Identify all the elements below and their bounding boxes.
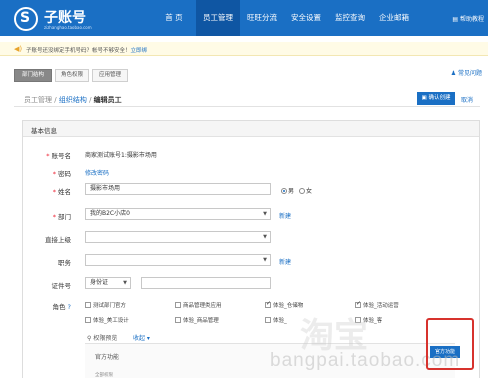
basic-info-panel: 基本信息 * 账号名 商家测试账号1:摄影市场用 * 密码 修改密码 * 姓名 摄影市… [22, 120, 480, 378]
account-value: 商家测试账号1:摄影市场用 [85, 152, 157, 159]
position-new-link[interactable]: 新建 [279, 257, 291, 266]
collapse-link[interactable]: 收起 ▾ [133, 333, 150, 342]
cancel-button[interactable]: 取消 [461, 95, 473, 104]
breadcrumb-bar: 员工管理 / 组织结构 / 编辑员工 [14, 91, 480, 107]
help-icon[interactable]: ? [68, 303, 71, 311]
checkbox-checked-icon [265, 300, 271, 308]
id-label: 证件号 [51, 282, 72, 290]
change-password-link[interactable]: 修改密码 [85, 168, 109, 177]
checkbox-empty-icon [175, 317, 181, 323]
checkbox-empty-icon [85, 302, 91, 308]
notice-bar: ◀) 子账号还没绑定手机号码？帐号不够安全！立即绑 [0, 42, 488, 56]
nav-wangwang[interactable]: 旺旺分流 [240, 0, 284, 36]
radio-empty-icon [299, 188, 305, 194]
id-number-input[interactable] [141, 277, 271, 289]
section-title: 基本信息 [31, 127, 57, 135]
account-label: * 账号名 [46, 152, 71, 160]
nav-home[interactable]: 首 页 [152, 0, 196, 36]
id-type-select[interactable]: 身份证 ▼ [85, 277, 131, 289]
tab-department[interactable]: 部门结构 [14, 69, 52, 82]
faq-link[interactable]: ♟ 常见问题 [451, 68, 482, 77]
role-checkbox[interactable]: 体验_美工设计 [85, 316, 129, 324]
chevron-down-icon: ▼ [263, 257, 267, 263]
gender-male-radio[interactable]: 男 [281, 186, 294, 195]
position-label: 职务 [58, 259, 71, 267]
breadcrumb-current: 编辑员工 [93, 96, 122, 104]
logo-icon[interactable]: S [14, 7, 38, 31]
checkbox-empty-icon [85, 317, 91, 323]
breadcrumb: 员工管理 / 组织结构 / 编辑员工 [24, 96, 122, 104]
name-label: * 姓名 [52, 188, 71, 196]
nav-monitor[interactable]: 监控查询 [328, 0, 372, 36]
checkbox-empty-icon [265, 317, 271, 323]
top-header: S 子账号 zizhanghao.taobao.com 首 页 员工管理 旺旺分… [0, 0, 488, 36]
name-input[interactable]: 摄影市场用 [85, 183, 271, 195]
department-new-link[interactable]: 新建 [279, 211, 291, 220]
chevron-down-icon: ▼ [263, 234, 267, 240]
role-checkbox[interactable]: 体验_ [265, 316, 287, 324]
password-label: * 密码 [52, 170, 71, 178]
megaphone-icon: ◀) [14, 45, 23, 53]
role-checkbox[interactable]: 商品管理类应用 [175, 301, 222, 309]
nav-security[interactable]: 安全设置 [284, 0, 328, 36]
breadcrumb-staff[interactable]: 员工管理 [24, 96, 52, 104]
permission-preview[interactable]: ⚲ 权限预览 [87, 333, 117, 342]
chevron-down-icon: ▼ [263, 211, 267, 217]
app-subtitle: zizhanghao.taobao.com [44, 25, 92, 30]
breadcrumb-org[interactable]: 组织结构 [59, 96, 87, 104]
gender-female-radio[interactable]: 女 [299, 186, 312, 195]
nav-staff[interactable]: 员工管理 [196, 0, 240, 36]
radio-checked-icon [281, 188, 287, 194]
chevron-down-icon: ▼ [123, 280, 127, 286]
position-select[interactable]: ▼ [85, 254, 271, 266]
notice-link[interactable]: 立即绑 [131, 48, 148, 54]
official-features-sub: 全部权限 [95, 373, 113, 378]
role-label: 角色 ? [52, 303, 71, 311]
tab-roles[interactable]: 角色权限 [55, 69, 89, 82]
tab-apps[interactable]: 应用管理 [92, 69, 128, 82]
nav-email[interactable]: 企业邮箱 [372, 0, 416, 36]
confirm-create-button[interactable]: ▣ 确认创建 [417, 92, 455, 105]
notice-text: 子账号还没绑定手机号码？帐号不够安全！ [26, 48, 131, 54]
panel-header: 基本信息 [23, 121, 479, 137]
app-title: 子账号 [44, 10, 86, 26]
supervisor-label: 直接上级 [45, 236, 71, 244]
supervisor-select[interactable]: ▼ [85, 231, 271, 243]
role-checkbox[interactable]: 体验_仓储物 [265, 300, 303, 309]
red-stamp [426, 318, 474, 370]
department-label: * 部门 [52, 213, 71, 221]
official-features-title: 官方功能 [95, 354, 120, 361]
role-checkbox[interactable]: 体验_商品管理 [175, 316, 219, 324]
checkbox-empty-icon [175, 302, 181, 308]
department-select[interactable]: 我的B2C小店0 ▼ [85, 208, 271, 220]
help-link[interactable]: ▤ 帮助教程 [452, 14, 484, 23]
role-checkbox[interactable]: 测试部门官方 [85, 301, 126, 309]
